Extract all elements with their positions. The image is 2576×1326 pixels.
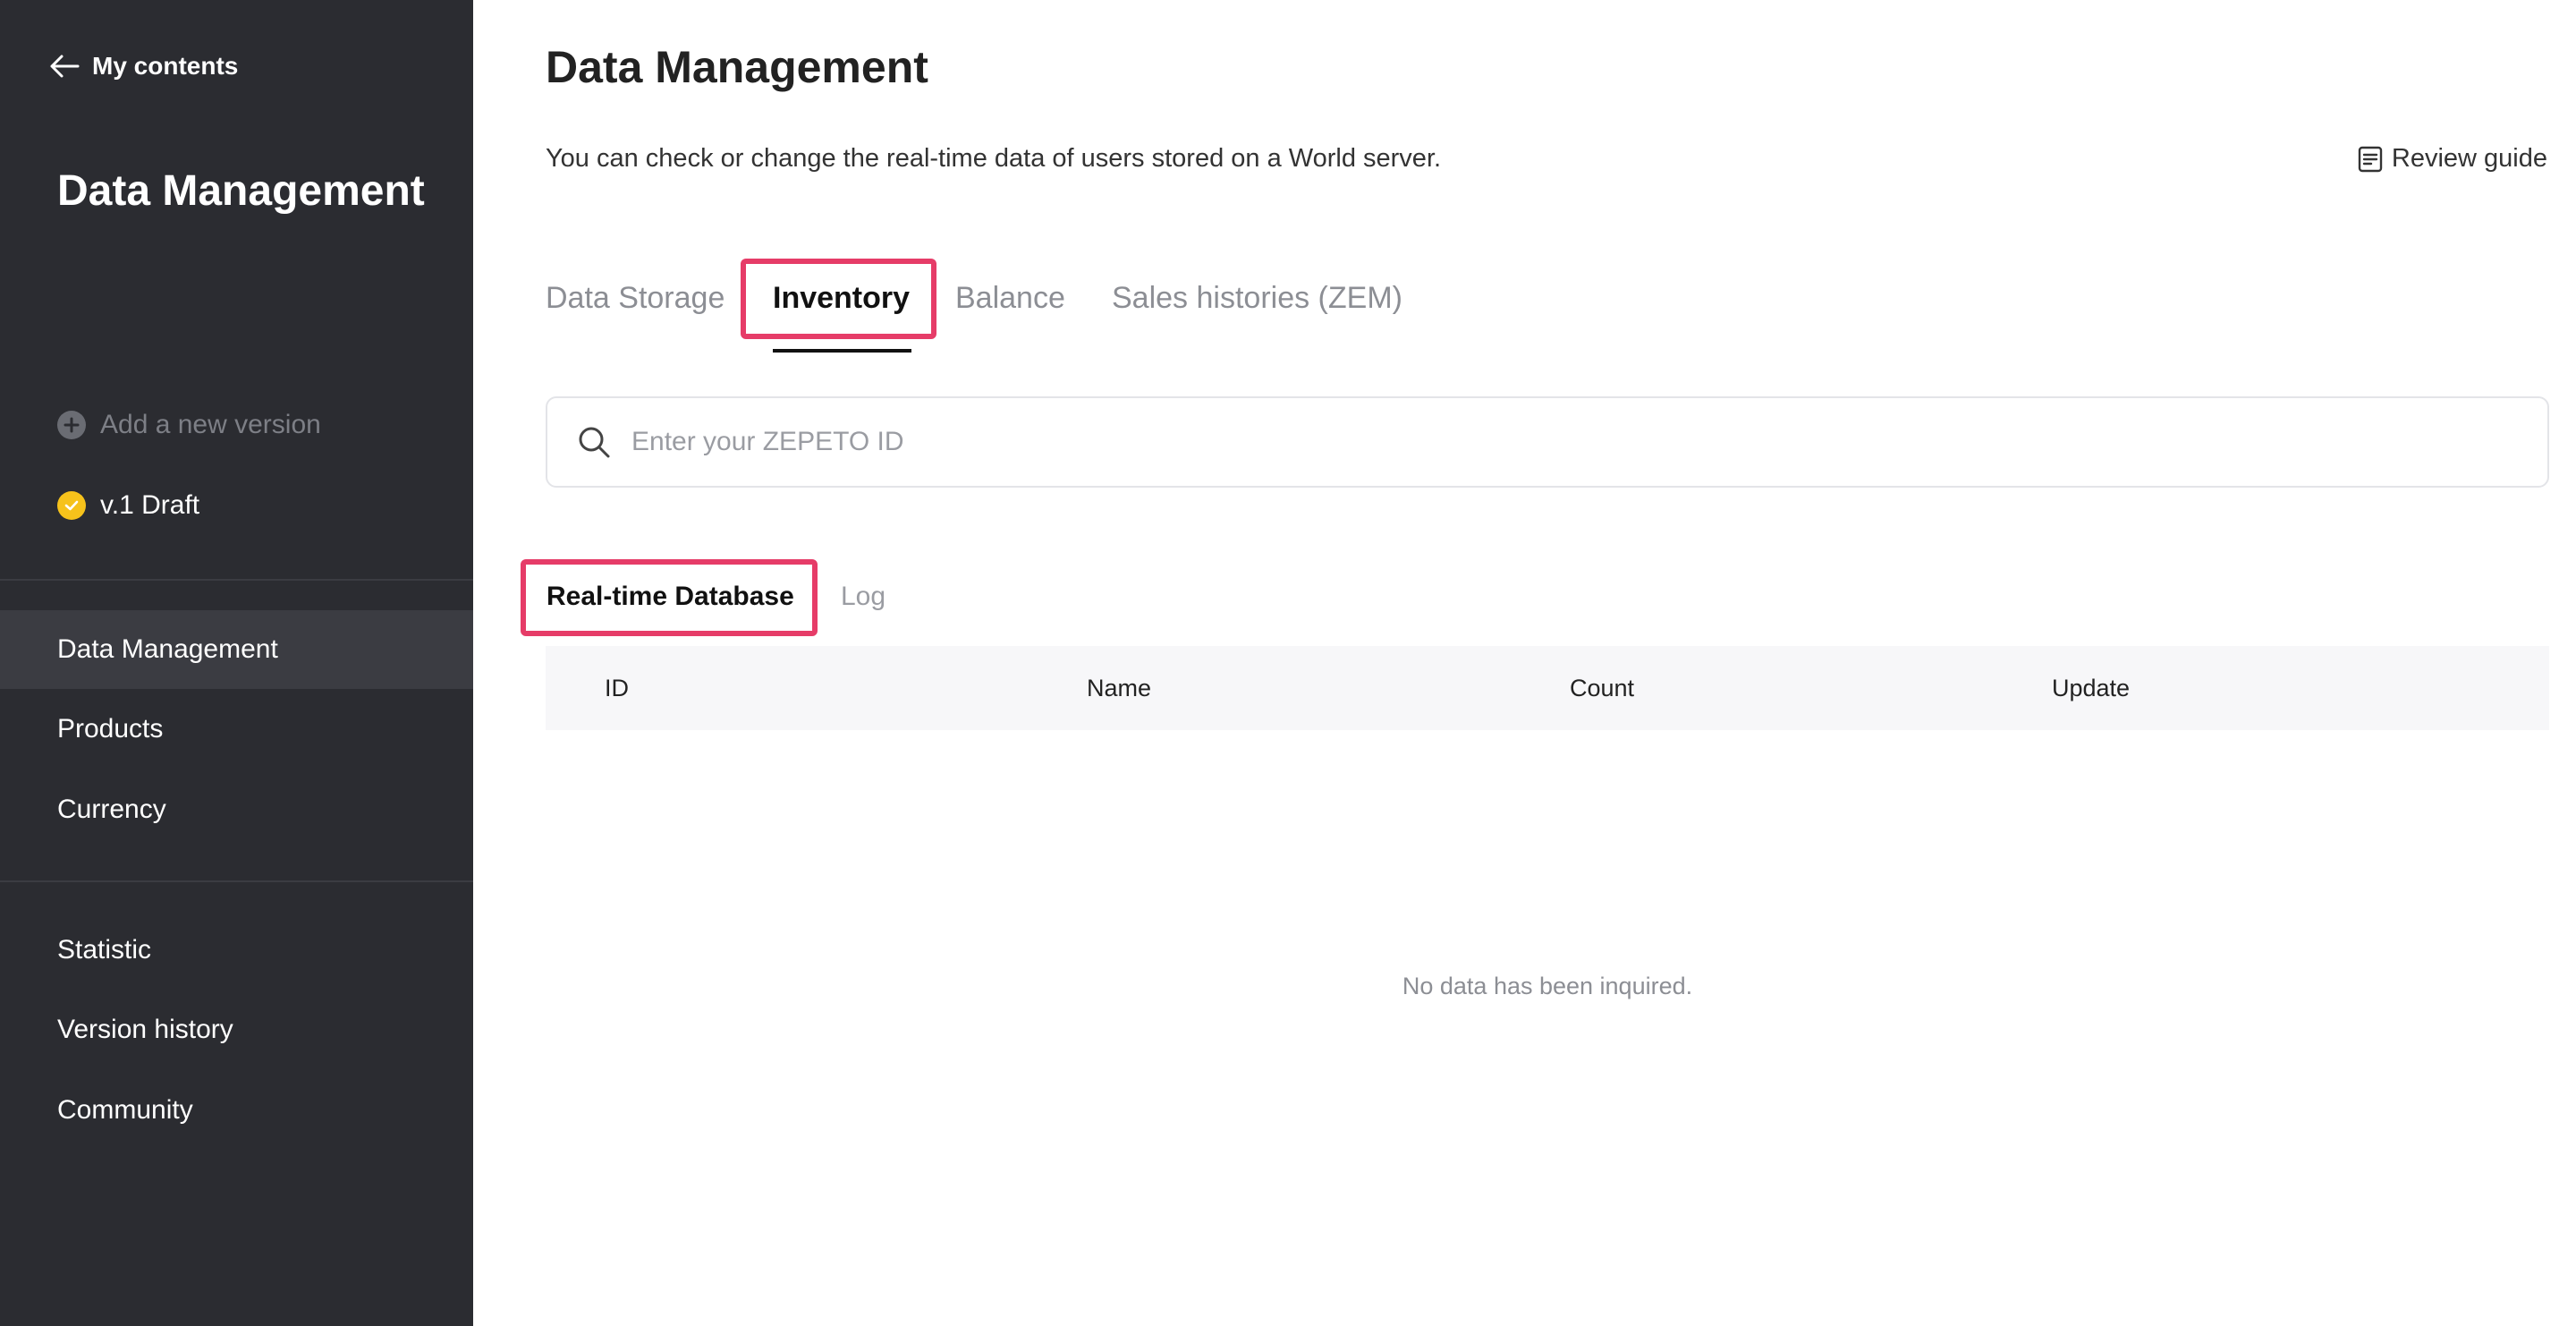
back-to-my-contents-link[interactable]: My contents xyxy=(49,52,238,81)
page-description: You can check or change the real-time da… xyxy=(546,144,1442,173)
review-guide-link[interactable]: Review guide xyxy=(2358,144,2547,174)
document-icon xyxy=(2358,146,2383,172)
column-header-count: Count xyxy=(1570,675,1635,701)
sidebar-item-products[interactable]: Products xyxy=(0,690,473,769)
inventory-tab-highlight xyxy=(741,259,936,339)
arrow-left-icon xyxy=(50,55,80,78)
tab-sales-histories[interactable]: Sales histories (ZEM) xyxy=(1112,281,1402,316)
sidebar-item-label: Community xyxy=(57,1095,193,1125)
version-item[interactable]: v.1 Draft xyxy=(57,490,199,521)
subtab-log[interactable]: Log xyxy=(841,582,886,612)
tab-balance[interactable]: Balance xyxy=(955,281,1065,316)
column-header-update: Update xyxy=(2052,675,2131,701)
sidebar-item-community[interactable]: Community xyxy=(0,1071,473,1150)
sidebar-divider xyxy=(0,579,473,581)
table-header: ID Name Count Update xyxy=(546,646,2549,730)
real-time-database-highlight xyxy=(521,559,818,636)
column-header-id: ID xyxy=(605,675,629,701)
plus-circle-icon xyxy=(57,411,86,439)
sidebar-item-currency[interactable]: Currency xyxy=(0,770,473,849)
sidebar-item-version-history[interactable]: Version history xyxy=(0,990,473,1069)
active-tab-indicator xyxy=(773,349,911,353)
search-icon xyxy=(579,427,610,458)
sidebar-item-data-management[interactable]: Data Management xyxy=(0,610,473,689)
zepeto-id-search-input[interactable] xyxy=(630,426,2422,458)
sidebar-item-label: Data Management xyxy=(57,634,278,664)
sidebar-divider xyxy=(0,880,473,882)
review-guide-label: Review guide xyxy=(2391,144,2547,173)
back-link-label: My contents xyxy=(92,52,239,80)
sidebar-item-label: Version history xyxy=(57,1015,233,1044)
column-header-name: Name xyxy=(1087,675,1152,701)
add-version-label: Add a new version xyxy=(100,410,321,439)
empty-state-message: No data has been inquired. xyxy=(1402,973,1693,999)
sidebar-item-label: Products xyxy=(57,714,164,744)
sidebar-item-label: Currency xyxy=(57,795,166,824)
check-circle-icon xyxy=(57,491,86,520)
sidebar-item-label: Statistic xyxy=(57,935,152,965)
add-version-button[interactable]: Add a new version xyxy=(57,410,321,440)
tab-data-storage[interactable]: Data Storage xyxy=(546,281,724,316)
sidebar-title: Data Management xyxy=(57,167,425,215)
sidebar-item-statistic[interactable]: Statistic xyxy=(0,911,473,990)
sidebar: My contents Data Management Add a new ve… xyxy=(0,0,473,1326)
version-label: v.1 Draft xyxy=(100,490,200,520)
page-title: Data Management xyxy=(546,42,928,92)
search-bar[interactable] xyxy=(546,396,2549,488)
